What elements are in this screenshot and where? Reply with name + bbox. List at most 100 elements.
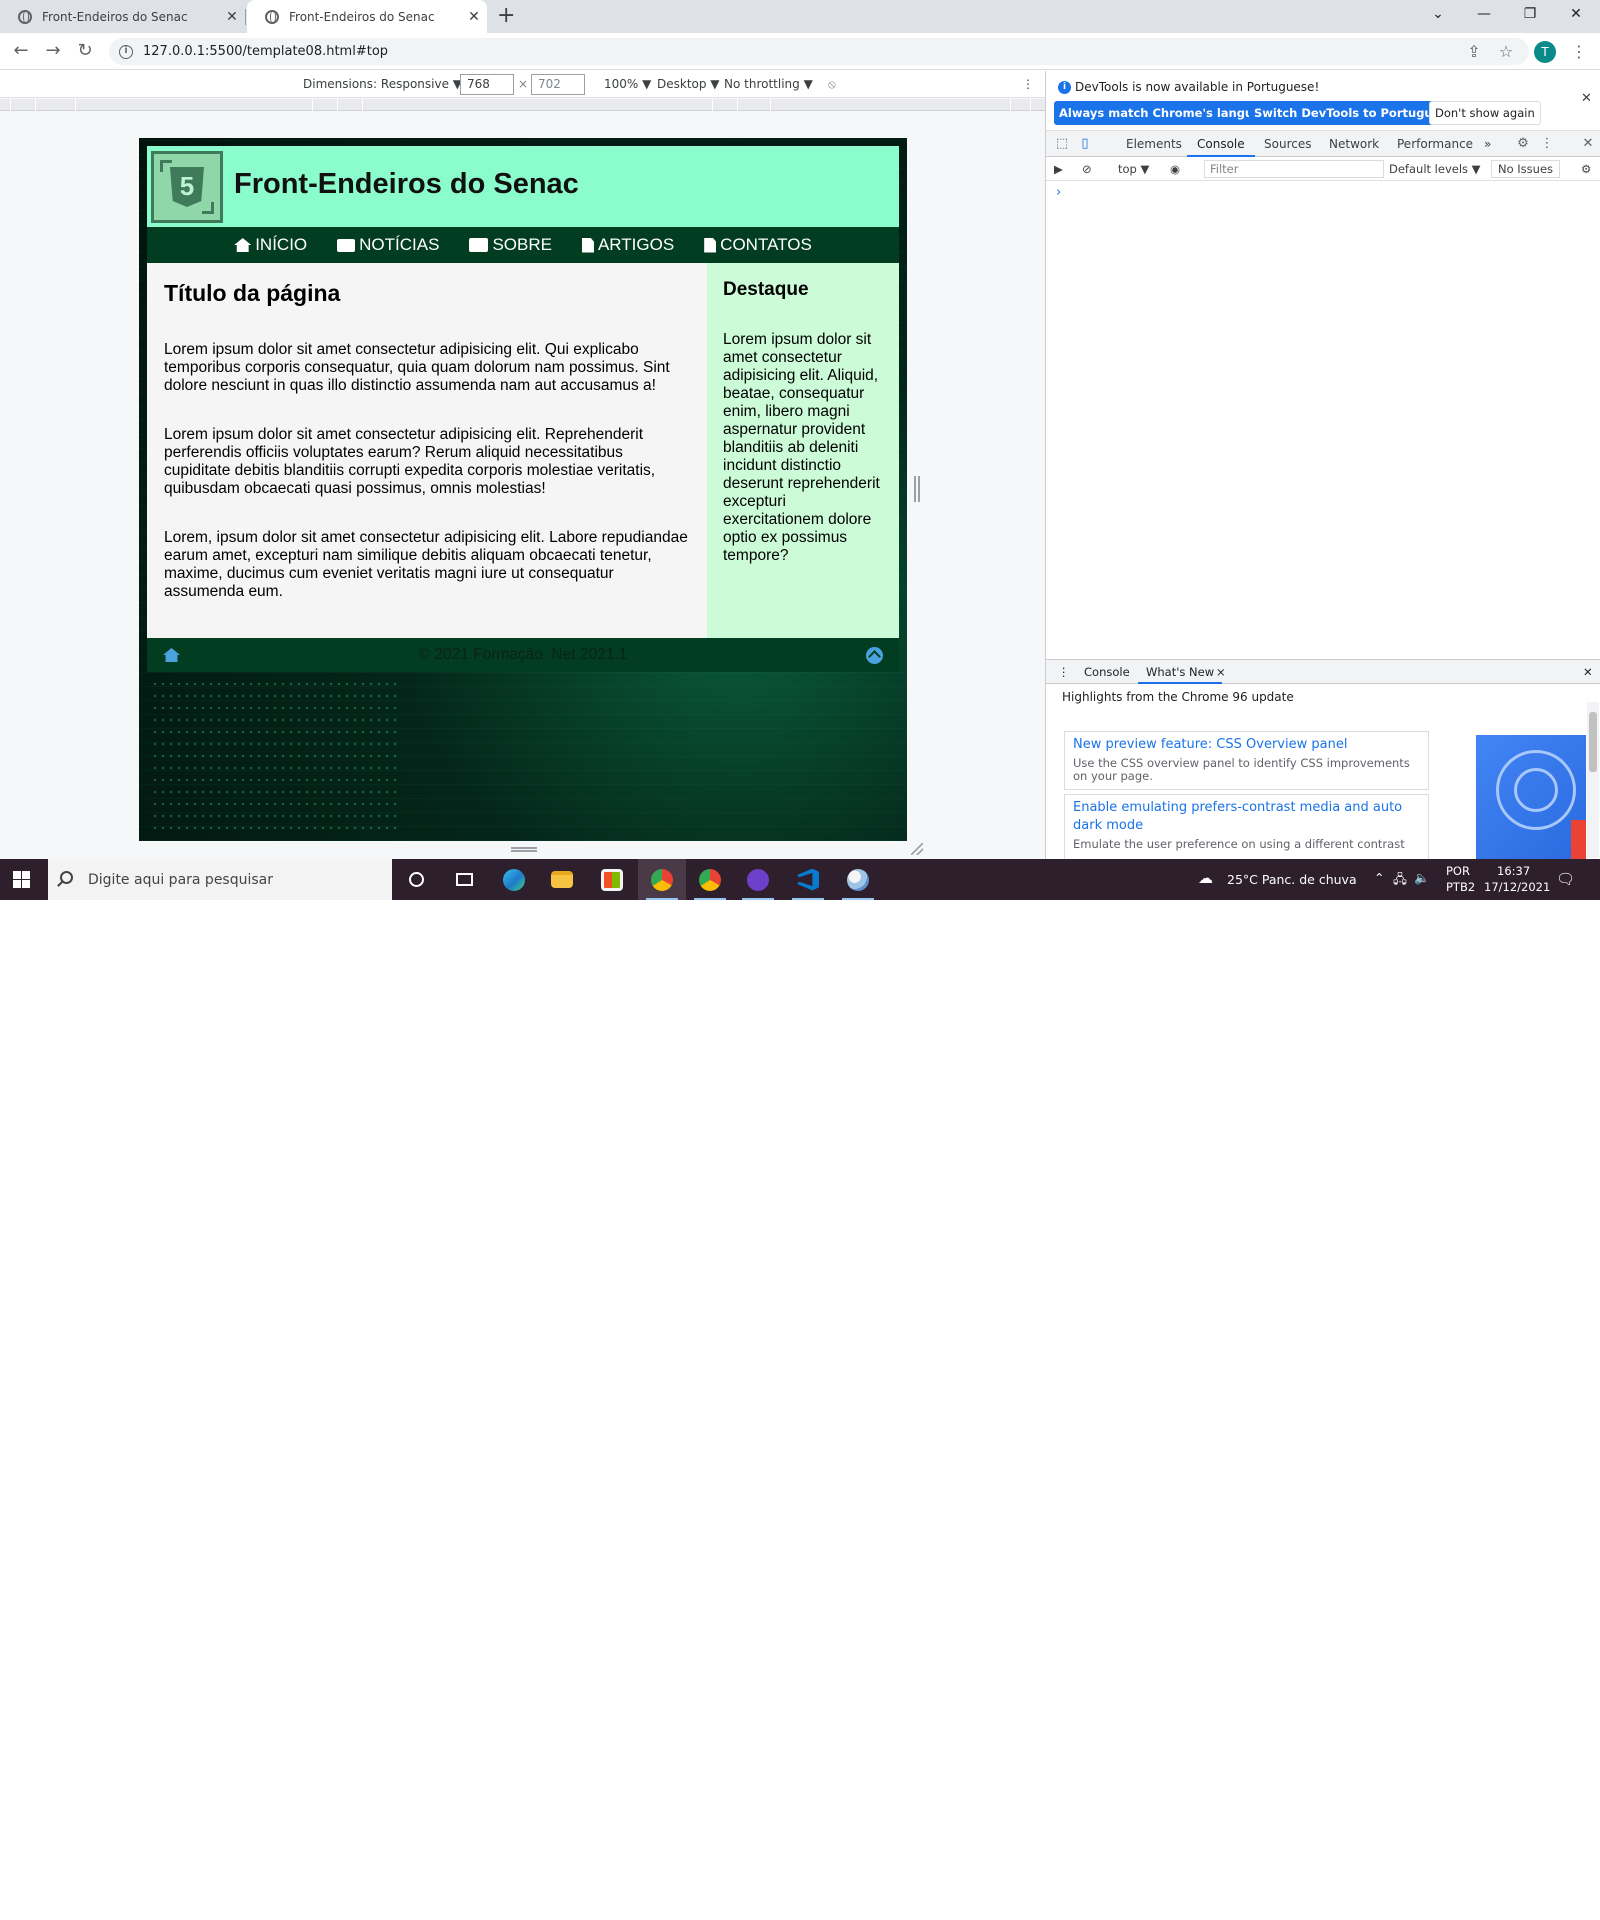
- windows-start-icon[interactable]: [13, 871, 30, 888]
- settings-gear-icon[interactable]: ⚙: [1515, 136, 1531, 152]
- aside-text: Lorem ipsum dolor sit amet consectetur a…: [723, 331, 880, 564]
- tab-close-icon[interactable]: ✕: [461, 9, 487, 25]
- minimize-button[interactable]: —: [1461, 0, 1507, 30]
- network-icon[interactable]: 🖧: [1393, 870, 1407, 891]
- tab-strip: Front-Endeiros do Senac ✕ Front-Endeiros…: [0, 0, 1600, 33]
- card-description: Emulate the user preference on using a d…: [1073, 837, 1405, 851]
- restore-button[interactable]: ❐: [1507, 0, 1553, 30]
- height-input[interactable]: 702: [531, 74, 585, 95]
- cortana-icon[interactable]: [392, 859, 440, 900]
- tab-search-chevron-icon[interactable]: ⌄: [1415, 0, 1461, 30]
- tab-sources[interactable]: Sources: [1264, 137, 1311, 151]
- share-icon[interactable]: ⇪: [1463, 41, 1485, 63]
- nav-link-label: NOTÍCIAS: [359, 235, 440, 254]
- browser-toolbar: ← → ↻ i 127.0.0.1:5500/template08.html#t…: [0, 33, 1600, 70]
- nav-link-sobre[interactable]: SOBRE: [469, 235, 552, 255]
- whats-new-card[interactable]: Enable emulating prefers-contrast media …: [1064, 794, 1429, 864]
- reload-icon[interactable]: ↻: [73, 39, 97, 63]
- clear-console-icon[interactable]: ⊘: [1082, 162, 1092, 176]
- close-window-button[interactable]: ✕: [1553, 0, 1599, 30]
- cloud-rain-icon[interactable]: ☁: [1198, 869, 1213, 887]
- forward-arrow-icon[interactable]: →: [41, 39, 65, 63]
- chrome-icon[interactable]: [638, 859, 686, 900]
- notification-icon[interactable]: 🗨: [1556, 870, 1575, 888]
- profile-avatar[interactable]: T: [1534, 41, 1556, 63]
- throttling-dropdown[interactable]: No throttling ▼: [724, 77, 813, 91]
- device-toggle-icon[interactable]: ▯: [1077, 136, 1093, 152]
- vscode-icon[interactable]: [784, 859, 832, 900]
- infobar-message: DevTools is now available in Portuguese!: [1075, 80, 1320, 94]
- file-explorer-icon[interactable]: [538, 859, 586, 900]
- address-bar[interactable]: i 127.0.0.1:5500/template08.html#top: [109, 38, 1529, 65]
- close-drawer-icon[interactable]: ✕: [1583, 665, 1593, 679]
- console-settings-icon[interactable]: ⚙: [1581, 162, 1591, 176]
- console-prompt[interactable]: ›: [1056, 185, 1061, 200]
- back-arrow-icon[interactable]: ←: [9, 39, 33, 63]
- devtools-menu-icon[interactable]: ⋮: [1539, 136, 1555, 152]
- tab-elements[interactable]: Elements: [1126, 137, 1182, 151]
- task-view-icon[interactable]: [440, 859, 488, 900]
- drawer-tab-console[interactable]: Console: [1084, 665, 1130, 679]
- show-hidden-icons-icon[interactable]: ⌃: [1374, 870, 1384, 885]
- device-toolbar-menu-icon[interactable]: ⋮: [1022, 77, 1034, 91]
- github-desktop-icon[interactable]: [734, 859, 782, 900]
- volume-icon[interactable]: 🔈: [1414, 870, 1430, 886]
- new-tab-button[interactable]: +: [497, 4, 515, 28]
- more-tabs-icon[interactable]: »: [1484, 137, 1491, 151]
- console-filter-input[interactable]: Filter: [1204, 160, 1384, 178]
- html5-logo[interactable]: 5: [151, 151, 223, 223]
- drawer-menu-icon[interactable]: ⋮: [1058, 665, 1070, 679]
- windows-taskbar: Digite aqui para pesquisar ☁ 25°C Panc. …: [0, 859, 1600, 900]
- microsoft-store-icon[interactable]: [588, 859, 636, 900]
- site-info-icon[interactable]: i: [119, 44, 133, 59]
- resize-handle-corner[interactable]: [911, 843, 923, 855]
- close-devtools-icon[interactable]: ✕: [1580, 136, 1596, 152]
- clock-date[interactable]: 17/12/2021: [1484, 880, 1550, 894]
- match-language-button[interactable]: Always match Chrome's language: [1054, 101, 1282, 125]
- zoom-dropdown[interactable]: 100% ▼: [604, 77, 651, 91]
- dont-show-again-button[interactable]: Don't show again: [1429, 101, 1541, 125]
- device-type-dropdown[interactable]: Desktop ▼: [657, 77, 720, 91]
- drawer-tab-whats-new[interactable]: What's New: [1137, 665, 1223, 684]
- chrome-profile-icon[interactable]: [686, 859, 734, 900]
- site-header: 5 Front-Endeiros do Senac: [147, 146, 899, 227]
- nav-link-contatos[interactable]: CONTATOS: [704, 235, 812, 255]
- resize-handle-bottom[interactable]: [511, 847, 537, 852]
- log-levels-dropdown[interactable]: Default levels ▼: [1389, 162, 1481, 176]
- media-query-ruler[interactable]: [0, 99, 1045, 111]
- tab-network[interactable]: Network: [1329, 137, 1379, 151]
- whats-new-card[interactable]: New preview feature: CSS Overview panel …: [1064, 731, 1429, 790]
- issues-button[interactable]: No Issues: [1491, 160, 1561, 178]
- sidebar-toggle-icon[interactable]: ▶: [1054, 162, 1063, 176]
- paint-app-icon[interactable]: [834, 859, 882, 900]
- drawer-tab-close-icon[interactable]: ×: [1216, 665, 1226, 679]
- resize-handle-right[interactable]: [914, 476, 920, 502]
- tab-performance[interactable]: Performance: [1397, 137, 1473, 151]
- nav-link-inicio[interactable]: INÍCIO: [234, 235, 307, 255]
- logo-digit: 5: [179, 171, 195, 201]
- width-input[interactable]: 768: [460, 74, 514, 95]
- tab-close-icon[interactable]: ✕: [219, 9, 245, 25]
- kebab-menu-icon[interactable]: ⋮: [1568, 41, 1590, 63]
- clock-time[interactable]: 16:37: [1497, 864, 1530, 878]
- tab-console[interactable]: Console: [1187, 137, 1255, 157]
- eye-icon[interactable]: ◉: [1170, 162, 1180, 176]
- weather-text[interactable]: 25°C Panc. de chuva: [1227, 872, 1357, 887]
- main-content: Título da página Lorem ipsum dolor sit a…: [147, 263, 707, 638]
- nav-link-noticias[interactable]: NOTÍCIAS: [337, 235, 439, 255]
- dimensions-dropdown[interactable]: Dimensions: Responsive ▼: [303, 77, 462, 91]
- nav-link-artigos[interactable]: ARTIGOS: [581, 235, 674, 255]
- keyboard-layout[interactable]: PTB2: [1446, 880, 1475, 894]
- input-language[interactable]: POR: [1446, 864, 1470, 878]
- bookmark-star-icon[interactable]: ☆: [1495, 41, 1517, 63]
- browser-tab-1[interactable]: Front-Endeiros do Senac ✕: [0, 0, 245, 33]
- inspect-element-icon[interactable]: ⬚: [1054, 136, 1070, 152]
- taskbar-search-input[interactable]: Digite aqui para pesquisar: [48, 859, 392, 900]
- rotate-icon[interactable]: ⦸: [828, 77, 836, 92]
- drawer-scrollbar[interactable]: [1587, 702, 1599, 858]
- edge-browser-icon[interactable]: [490, 859, 538, 900]
- back-to-top-icon[interactable]: [866, 647, 883, 664]
- context-selector[interactable]: top ▼: [1118, 162, 1149, 176]
- browser-tab-2[interactable]: Front-Endeiros do Senac ✕: [247, 0, 487, 33]
- infobar-close-icon[interactable]: ✕: [1581, 91, 1592, 106]
